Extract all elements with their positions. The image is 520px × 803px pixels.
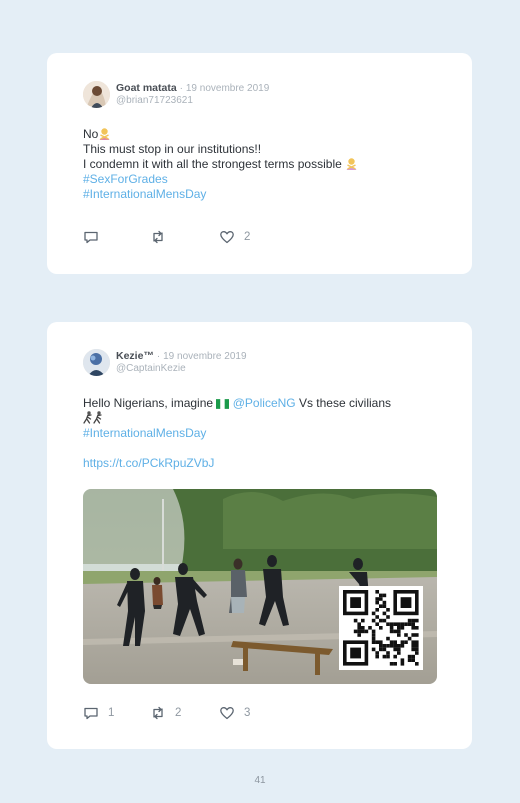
display-name[interactable]: Kezie™ [116, 350, 154, 362]
avatar-image [83, 81, 110, 108]
reply-button[interactable] [83, 229, 108, 245]
avatar-image [83, 349, 110, 376]
tweet-text-line: No [83, 127, 99, 141]
tweet-text-prefix: Hello Nigerians, imagine [83, 396, 217, 410]
reply-button[interactable]: 1 [83, 705, 114, 721]
tweet-text-line: I condemn it with all the strongest term… [83, 157, 346, 171]
display-name[interactable]: Goat matata [116, 82, 177, 94]
user-handle[interactable]: @brian71723621 [116, 95, 193, 106]
separator-dot: · [179, 83, 183, 94]
heart-icon [220, 231, 234, 244]
heart-icon [220, 707, 234, 720]
retweet-icon [153, 706, 163, 720]
reply-count: 1 [108, 707, 115, 719]
hashtag-link[interactable]: #InternationalMensDay [83, 426, 391, 441]
page-number: 41 [254, 775, 266, 786]
tweet-date[interactable]: 19 novembre 2019 [163, 351, 246, 362]
like-count: 3 [244, 707, 251, 719]
tweet-date[interactable]: 19 novembre 2019 [186, 83, 269, 94]
tweet-text: No This must stop in our institutions!! … [83, 127, 358, 202]
nigeria-flag-emoji [216, 398, 230, 413]
hashtag-link[interactable]: #SexForGrades [83, 172, 358, 187]
woman-gesturing-no-emoji [345, 157, 358, 174]
user-handle[interactable]: @CaptainKezie [116, 363, 186, 374]
avatar[interactable] [83, 349, 110, 376]
qr-code-icon [339, 586, 423, 670]
tweet-media[interactable] [83, 489, 437, 684]
avatar[interactable] [83, 81, 110, 108]
separator-dot: · [156, 351, 161, 362]
tweet-text-suffix: Vs these civilians [295, 396, 391, 410]
hashtag-link[interactable]: #InternationalMensDay [83, 187, 358, 202]
like-button[interactable]: 2 [219, 229, 250, 245]
tweet-card: Kezie™ · 19 novembre 2019 @CaptainKezie … [47, 322, 472, 749]
retweet-button[interactable] [150, 229, 175, 245]
like-count: 2 [244, 231, 251, 243]
tweet-text-line: This must stop in our institutions!! [83, 142, 262, 156]
retweet-button[interactable]: 2 [150, 705, 181, 721]
tweet-text: Hello Nigerians, imagine @PoliceNG Vs th… [83, 396, 391, 471]
reply-icon [84, 707, 98, 720]
tweet-link[interactable]: https://t.co/PCkRpuZVbJ [83, 456, 391, 471]
reply-icon [84, 231, 98, 244]
retweet-count: 2 [175, 707, 182, 719]
tweet-card: Goat matata · 19 novembre 2019 @brian717… [47, 53, 472, 274]
mention-link[interactable]: @PoliceNG [233, 396, 296, 410]
like-button[interactable]: 3 [219, 705, 250, 721]
retweet-icon [153, 230, 163, 244]
